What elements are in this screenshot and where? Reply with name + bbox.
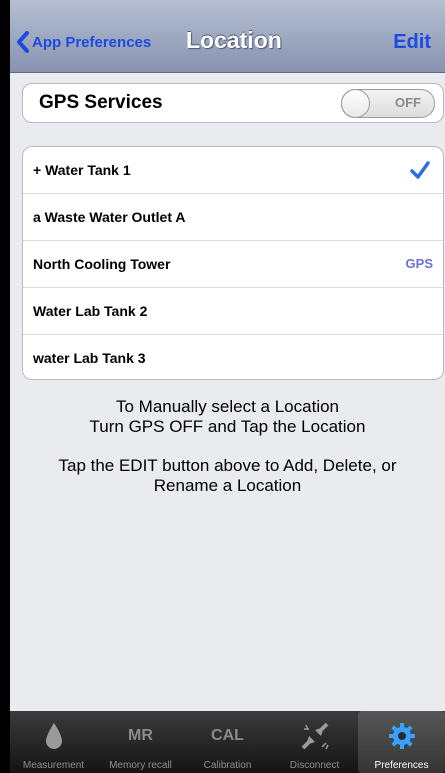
gear-icon: [388, 723, 415, 749]
navigation-bar: App Preferences Location Edit: [10, 0, 445, 73]
tab-preferences[interactable]: Preferences: [358, 711, 445, 773]
location-label: Water Lab Tank 2: [33, 303, 148, 319]
location-label: + Water Tank 1: [33, 162, 131, 178]
disconnect-icon: [301, 722, 329, 750]
tab-disconnect[interactable]: Disconnect: [271, 711, 358, 773]
edit-button[interactable]: Edit: [393, 31, 431, 54]
instruction-line-1: To Manually select a Location: [115, 397, 340, 416]
location-row-waste-water-outlet-a[interactable]: a Waste Water Outlet A: [23, 194, 443, 241]
manual-select-instructions: To Manually select a Location Turn GPS O…: [10, 397, 445, 437]
left-edge-bar: [0, 0, 10, 773]
tab-calibration[interactable]: CAL Calibration: [184, 711, 271, 773]
location-row-north-cooling-tower[interactable]: North Cooling Tower GPS: [23, 241, 443, 288]
chevron-left-icon: [17, 31, 29, 53]
location-row-water-tank-1[interactable]: + Water Tank 1: [23, 147, 443, 194]
drop-icon: [45, 723, 62, 749]
toggle-knob: [341, 89, 370, 118]
tab-bar: Measurement MR Memory recall CAL Calibra…: [10, 711, 445, 773]
location-list: + Water Tank 1 a Waste Water Outlet A No…: [22, 146, 444, 380]
toggle-state-label: OFF: [395, 95, 421, 110]
gps-services-label: GPS Services: [39, 92, 163, 113]
instruction-line-3: Tap the EDIT button above to Add, Delete…: [58, 456, 397, 475]
location-label: a Waste Water Outlet A: [33, 209, 186, 225]
instruction-line-2: Turn GPS OFF and Tap the Location: [89, 417, 366, 436]
gps-services-card: GPS Services OFF: [22, 83, 444, 123]
gps-tag: GPS: [405, 256, 433, 271]
checkmark-icon: [410, 161, 430, 179]
cal-icon: CAL: [211, 727, 244, 744]
location-label: North Cooling Tower: [33, 256, 171, 272]
back-button-label: App Preferences: [32, 33, 152, 51]
location-label: water Lab Tank 3: [33, 350, 146, 366]
location-row-water-lab-tank-2[interactable]: Water Lab Tank 2: [23, 288, 443, 335]
back-button[interactable]: App Preferences: [16, 30, 151, 54]
tab-label: Preferences: [374, 760, 429, 771]
edit-instructions: Tap the EDIT button above to Add, Delete…: [10, 456, 445, 496]
mr-icon: MR: [128, 727, 153, 744]
page-title: Location: [186, 27, 282, 53]
location-row-water-lab-tank-3[interactable]: water Lab Tank 3: [23, 335, 443, 379]
tab-measurement[interactable]: Measurement: [10, 711, 97, 773]
instruction-line-4: Rename a Location: [153, 476, 302, 495]
tab-memory-recall[interactable]: MR Memory recall: [97, 711, 184, 773]
gps-toggle[interactable]: OFF: [341, 89, 435, 118]
